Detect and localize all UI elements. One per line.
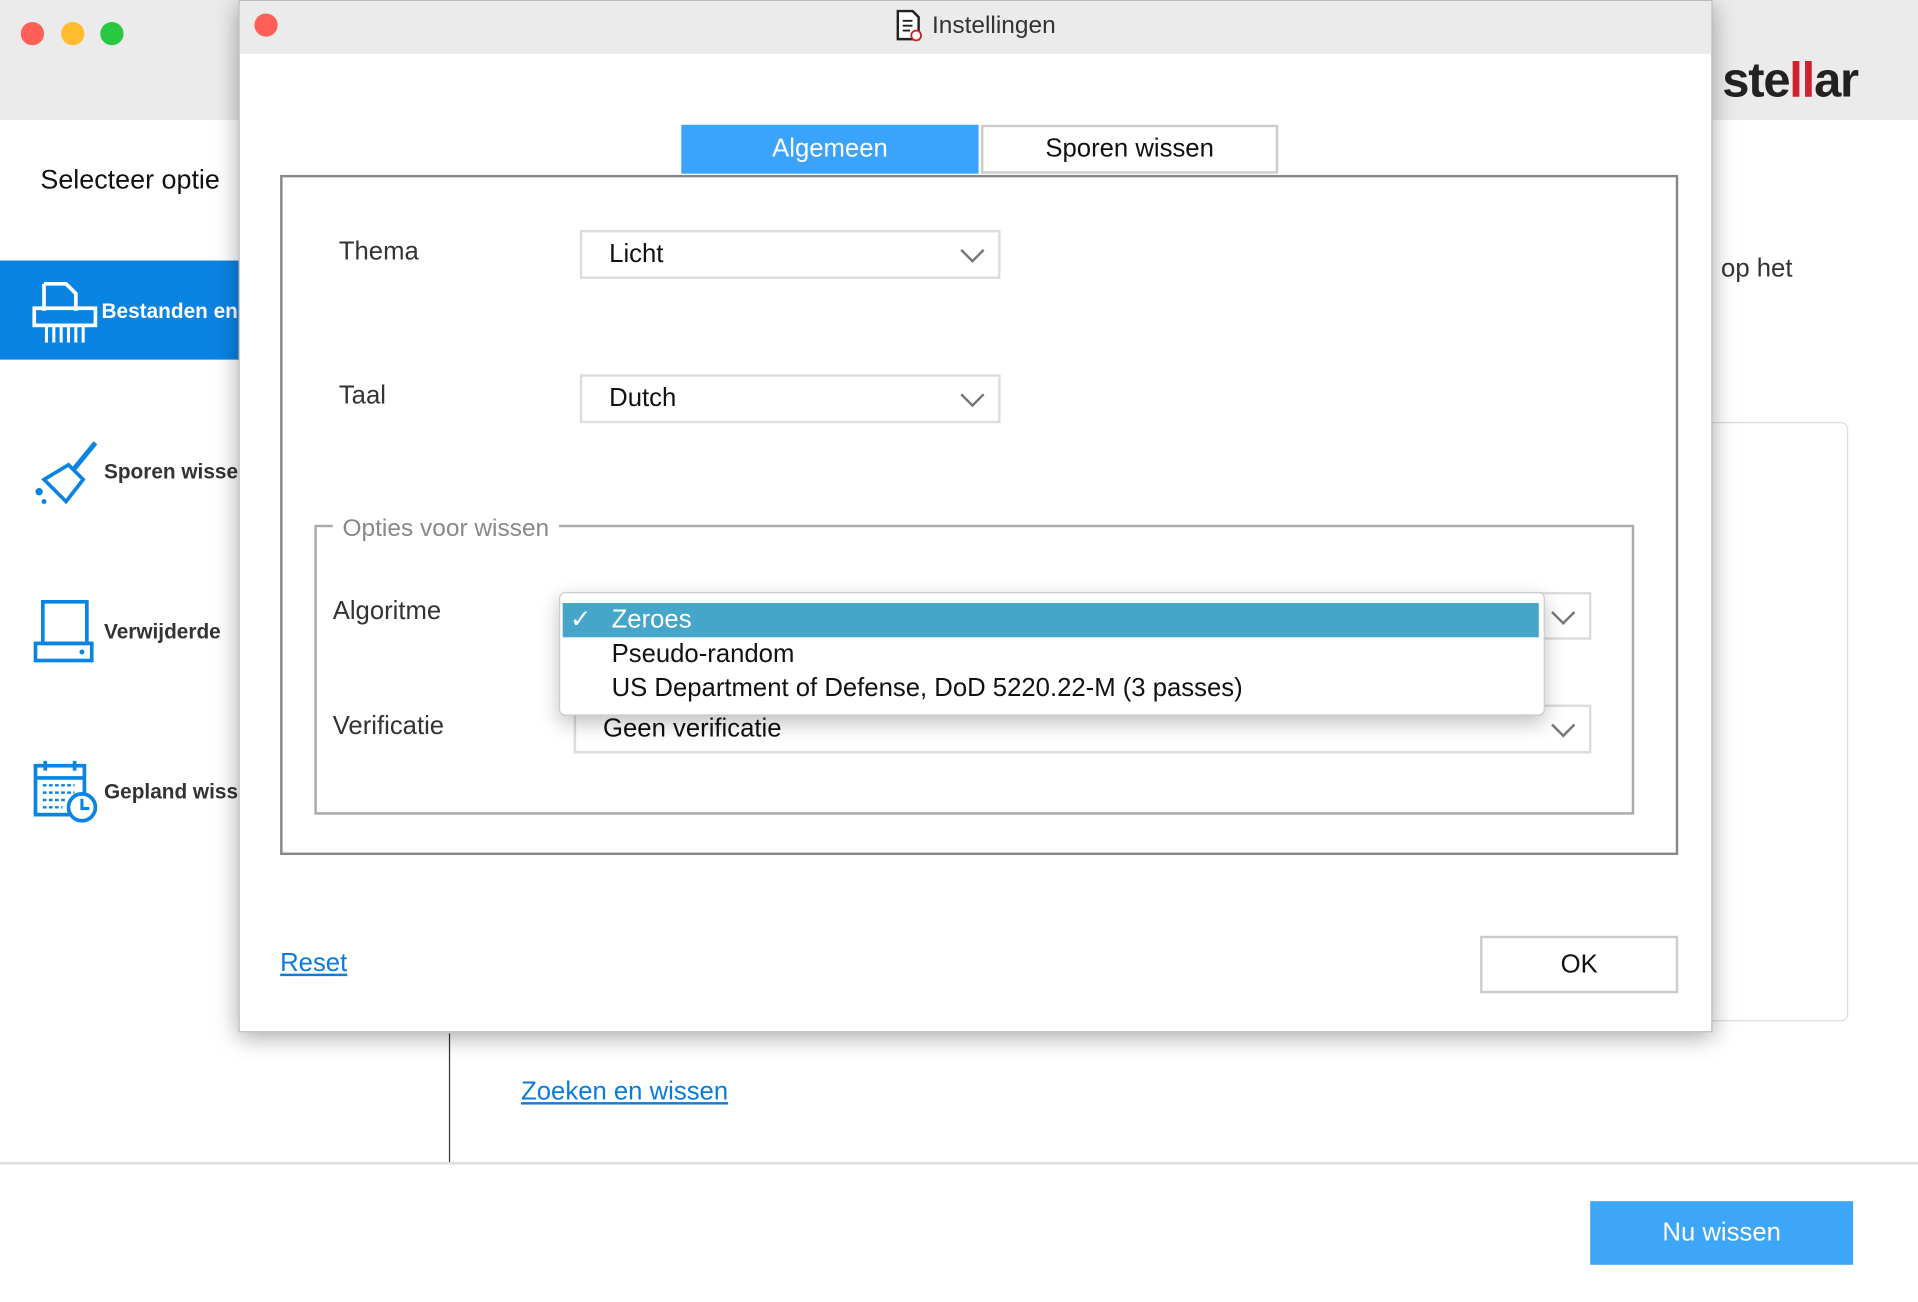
chevron-down-icon [960, 382, 985, 408]
tab-erase-traces[interactable]: Sporen wissen [981, 124, 1279, 174]
algorithm-option-zeroes[interactable]: ✓ Zeroes [562, 603, 1539, 638]
minimize-window-button[interactable] [61, 22, 85, 46]
settings-document-icon [896, 9, 922, 42]
erase-now-button[interactable]: Nu wissen [1590, 1201, 1854, 1265]
option-label: US Department of Defense, DoD 5220.22-M … [611, 673, 1243, 703]
tab-general[interactable]: Algemeen [681, 124, 979, 174]
ok-button[interactable]: OK [1480, 935, 1679, 994]
calendar-clock-icon [33, 760, 98, 823]
sidebar-item-scheduled[interactable]: Gepland wiss [104, 780, 239, 804]
close-window-button[interactable] [20, 22, 45, 46]
verification-value: Geen verificatie [603, 714, 782, 743]
algorithm-dropdown-menu: ✓ Zeroes Pseudo-random US Department of … [559, 592, 1545, 716]
language-value: Dutch [609, 384, 677, 413]
chevron-down-icon [960, 238, 985, 263]
language-select[interactable]: Dutch [579, 374, 1001, 424]
drive-icon [33, 599, 94, 663]
sidebar-item-label: Bestanden en [101, 299, 238, 323]
option-label: Pseudo-random [611, 639, 795, 668]
divider [0, 1162, 1918, 1165]
zoom-window-button[interactable] [100, 22, 124, 46]
sidebar-title: Selecteer optie [40, 163, 220, 195]
theme-label: Thema [338, 237, 419, 266]
search-and-erase-link[interactable]: Zoeken en wissen [521, 1078, 728, 1107]
stellar-logo: stellar [1722, 53, 1859, 108]
dialog-title: Instellingen [240, 1, 1712, 50]
checkmark-icon: ✓ [570, 605, 592, 634]
chevron-down-icon [1551, 600, 1576, 625]
option-label: Zeroes [611, 605, 692, 634]
reset-link[interactable]: Reset [280, 949, 347, 978]
algorithm-option-pseudo-random[interactable]: Pseudo-random [563, 637, 1539, 671]
divider [448, 1033, 451, 1163]
shredder-icon [32, 281, 98, 343]
description-text: op het [1721, 254, 1793, 283]
algorithm-option-dod[interactable]: US Department of Defense, DoD 5220.22-M … [563, 672, 1539, 706]
chevron-down-icon [1551, 713, 1576, 738]
settings-dialog: Instellingen Algemeen Sporen wissen Them… [238, 0, 1713, 1033]
sidebar-item-traces[interactable]: Sporen wisse [104, 460, 239, 484]
language-label: Taal [338, 381, 386, 410]
sidebar-item-deleted[interactable]: Verwijderde [104, 620, 239, 644]
verification-label: Verificatie [332, 711, 445, 741]
screen: Selecteer optie Bestanden en Sporen wiss… [0, 0, 1918, 1301]
algorithm-label: Algoritme [332, 596, 442, 626]
wipe-options-legend: Opties voor wissen [332, 514, 559, 544]
broom-icon [35, 441, 98, 505]
theme-value: Licht [609, 239, 664, 268]
theme-select[interactable]: Licht [579, 229, 1001, 279]
dialog-title-text: Instellingen [931, 11, 1056, 39]
